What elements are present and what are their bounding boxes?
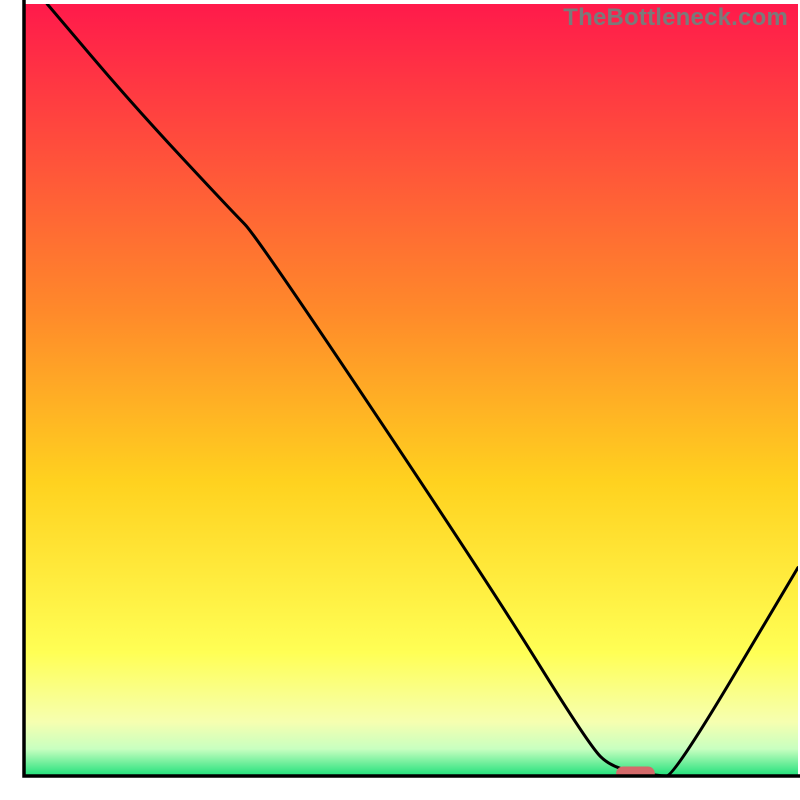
optimal-marker xyxy=(616,767,655,782)
watermark-text: TheBottleneck.com xyxy=(563,4,788,32)
gradient-background xyxy=(24,4,798,776)
chart-container: TheBottleneck.com xyxy=(0,0,800,800)
chart-plot xyxy=(0,0,800,800)
